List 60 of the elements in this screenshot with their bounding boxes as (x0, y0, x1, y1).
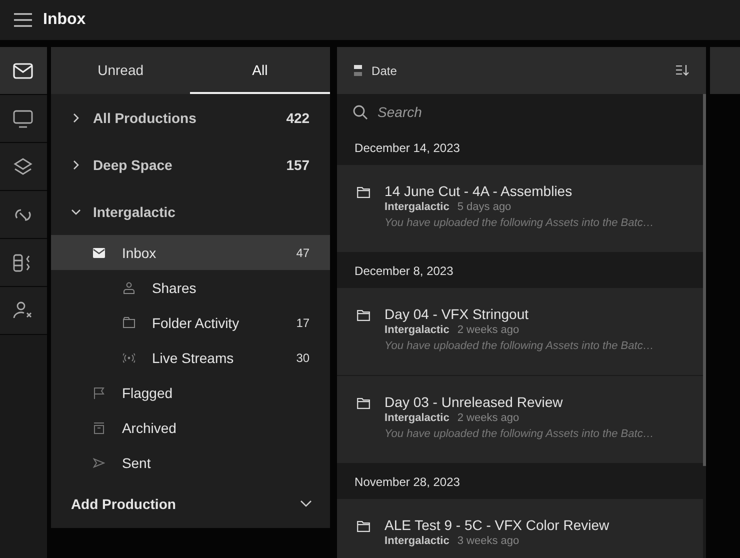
message-item[interactable]: Day 04 - VFX Stringout Intergalactic 2 weeks ago You have uploaded the following Assets into the Batc… (336, 288, 704, 376)
detail-panel-header (710, 47, 740, 94)
monitor-icon (13, 110, 34, 128)
message-item[interactable]: Day 03 - Unreleased Review Intergalactic 2 weeks ago You have uploaded the following Assets into the Batc… (336, 376, 704, 464)
envelope-icon (92, 248, 105, 258)
folder-icon (356, 310, 370, 321)
flag-icon (92, 386, 105, 398)
nav-item[interactable]: Sent (50, 445, 330, 480)
chevron-down-icon (70, 206, 81, 216)
chevron-down-icon (300, 500, 312, 508)
filter-tab[interactable]: All (190, 47, 330, 94)
user-icon (12, 300, 34, 320)
add-production-dropdown[interactable]: Add Production (50, 480, 330, 528)
nav-item[interactable]: Folder Activity 17 (50, 305, 330, 340)
nav-item[interactable]: Deep Space 157 (50, 141, 330, 188)
production-name: Intergalactic (384, 412, 450, 424)
message-preview: You have uploaded the following Assets into the Batc… (384, 428, 654, 440)
archive-box-icon (92, 422, 105, 434)
folder-icon (356, 187, 370, 198)
nav-item[interactable]: Shares (50, 270, 330, 305)
message-preview: You have uploaded the following Assets into the Batc… (384, 340, 654, 352)
chevron-right-icon (70, 160, 81, 170)
message-title: ALE Test 9 - 5C - VFX Color Review (384, 517, 610, 533)
search-icon (352, 104, 368, 120)
search-field[interactable]: Search (376, 103, 580, 121)
nav-item[interactable]: Intergalactic (50, 188, 330, 235)
filter-tab[interactable]: Unread (50, 47, 190, 94)
sort-field-icon (354, 65, 362, 76)
nav-item[interactable]: Inbox 47 (50, 235, 330, 270)
message-title: Day 03 - Unreleased Review (384, 394, 564, 410)
send-icon (92, 458, 105, 468)
message-title: Day 04 - VFX Stringout (384, 306, 530, 322)
folder-icon (356, 521, 370, 532)
message-item[interactable]: ALE Test 9 - 5C - VFX Color Review Intergalactic 3 weeks ago (336, 499, 704, 558)
message-title: 14 June Cut - 4A - Assemblies (384, 183, 574, 199)
message-preview: You have uploaded the following Assets into the Batc… (384, 217, 654, 229)
person-icon (122, 282, 135, 294)
chevron-right-icon (70, 112, 81, 122)
sort-order-icon[interactable] (676, 65, 690, 76)
message-time: 2 weeks ago (457, 412, 520, 424)
message-time: 3 weeks ago (457, 535, 520, 547)
production-name: Intergalactic (384, 201, 450, 213)
nav-item[interactable]: Archived (50, 410, 330, 445)
folder-icon (122, 317, 135, 328)
folder-icon (356, 398, 370, 409)
nav-item[interactable]: Live Streams 30 (50, 340, 330, 375)
page-title: Inbox (43, 11, 86, 29)
message-time: 5 days ago (457, 201, 512, 213)
production-name: Intergalactic (384, 324, 450, 336)
production-name: Intergalactic (384, 535, 450, 547)
menu-icon[interactable] (14, 13, 32, 27)
mail-icon (13, 62, 34, 78)
nav-item[interactable]: Flagged (50, 375, 330, 410)
scrollbar-thumb[interactable] (703, 94, 706, 466)
message-time: 2 weeks ago (457, 324, 520, 336)
broadcast-icon (122, 352, 135, 362)
nav-item[interactable]: All Productions 422 (50, 94, 330, 141)
message-item[interactable]: 14 June Cut - 4A - Assemblies Intergalactic 5 days ago You have uploaded the following Assets into the Batc… (336, 165, 704, 253)
layers-icon (13, 156, 34, 176)
sort-field-button[interactable]: Date (354, 64, 397, 78)
